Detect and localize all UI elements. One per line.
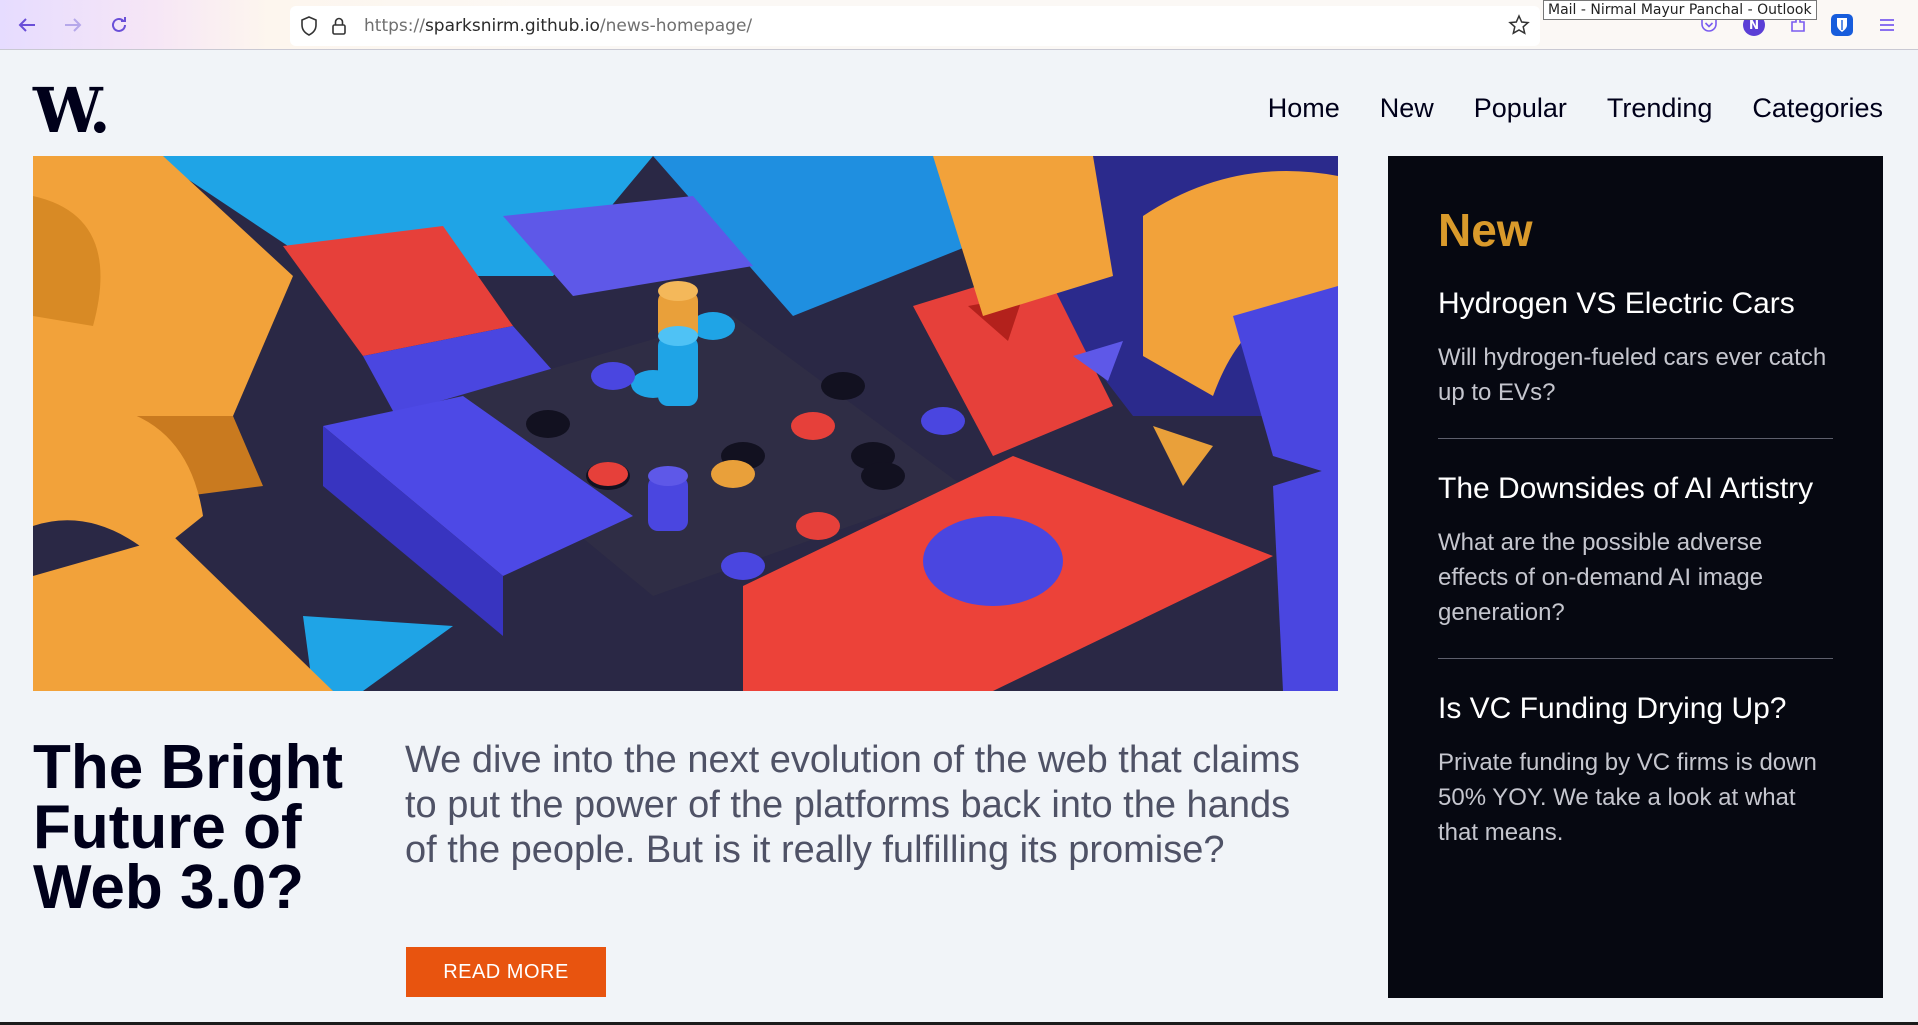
sidebar-article-title[interactable]: The Downsides of AI Artistry (1438, 469, 1833, 509)
site-logo[interactable]: W. (33, 80, 111, 142)
hero-image (33, 156, 1338, 691)
sidebar-article-title[interactable]: Hydrogen VS Electric Cars (1438, 284, 1833, 324)
sidebar-article[interactable]: Hydrogen VS Electric Cars Will hydrogen-… (1438, 254, 1833, 439)
sidebar-article-text: Private funding by VC firms is down 50% … (1438, 749, 1817, 846)
sidebar-article-text: Will hydrogen-fueled cars ever catch up … (1438, 344, 1827, 406)
back-arrow-icon[interactable] (12, 10, 42, 40)
sidebar-article[interactable]: Is VC Funding Drying Up? Private funding… (1438, 659, 1833, 878)
forward-arrow-icon[interactable] (58, 10, 88, 40)
menu-icon[interactable] (1876, 14, 1898, 36)
shield-icon[interactable] (298, 15, 320, 37)
sidebar-title: New (1438, 204, 1533, 256)
url-text[interactable]: https://sparksnirm.github.io/news-homepa… (364, 16, 752, 36)
url-host: sparksnirm.github.io (424, 16, 600, 36)
url-bar[interactable]: https://sparksnirm.github.io/news-homepa… (290, 6, 1540, 46)
read-more-button[interactable]: READ MORE (406, 947, 606, 997)
bitwarden-icon[interactable] (1831, 14, 1853, 36)
sidebar-article[interactable]: The Downsides of AI Artistry What are th… (1438, 439, 1833, 659)
nav-home[interactable]: Home (1268, 93, 1340, 124)
nav-trending[interactable]: Trending (1607, 93, 1713, 124)
nav-popular[interactable]: Popular (1474, 93, 1567, 124)
nav-new[interactable]: New (1380, 93, 1434, 124)
tooltip: Mail - Nirmal Mayur Panchal - Outlook (1543, 0, 1817, 20)
url-path: /news-homepage/ (599, 16, 753, 36)
article-description: We dive into the next evolution of the w… (405, 739, 1300, 871)
sidebar-article-title[interactable]: Is VC Funding Drying Up? (1438, 689, 1833, 729)
nav-categories[interactable]: Categories (1752, 93, 1883, 124)
lock-icon[interactable] (328, 15, 350, 37)
main-nav: Home New Popular Trending Categories (1268, 93, 1883, 124)
url-prefix: https:// (364, 16, 425, 36)
sidebar-article-text: What are the possible adverse effects of… (1438, 529, 1764, 626)
new-sidebar: New Hydrogen VS Electric Cars Will hydro… (1388, 156, 1883, 998)
reload-icon[interactable] (104, 10, 134, 40)
star-icon[interactable] (1508, 14, 1530, 42)
article-headline: The Bright Future of Web 3.0? (33, 733, 343, 922)
